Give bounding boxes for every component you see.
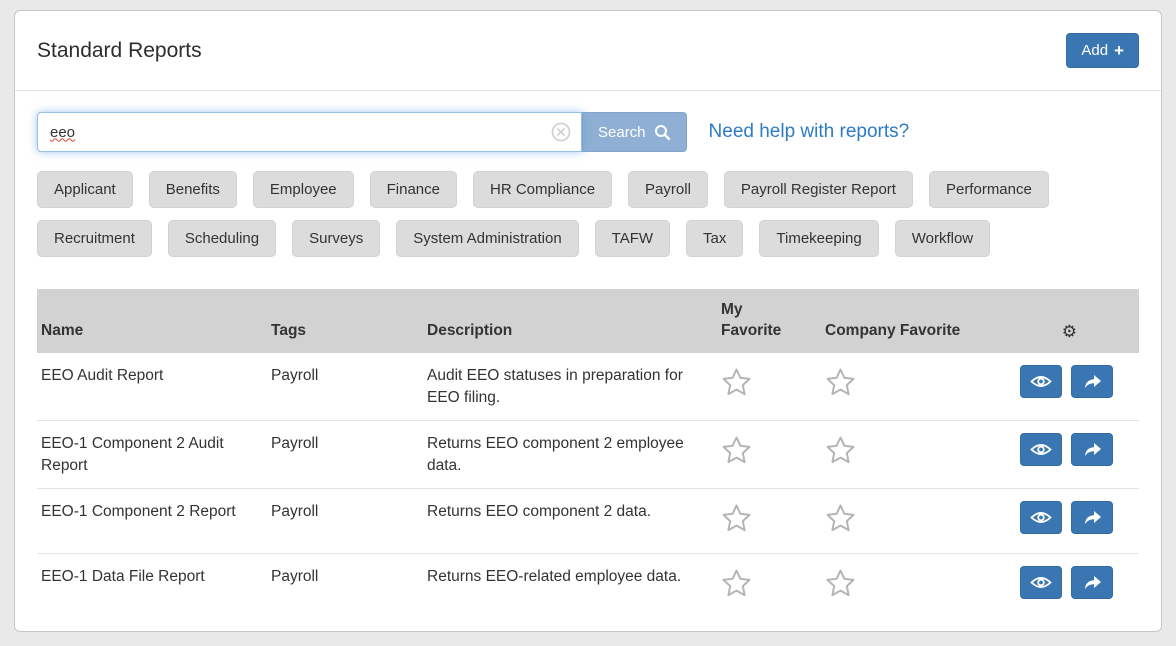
table-header-row: Name Tags Description My Favorite Compan… bbox=[37, 289, 1139, 353]
help-with-reports-link[interactable]: Need help with reports? bbox=[709, 121, 910, 143]
tag-filter-button[interactable]: Timekeeping bbox=[759, 220, 878, 257]
my-favorite-star-icon[interactable] bbox=[721, 367, 752, 402]
search-row: eeo Search Need help with reports bbox=[37, 112, 1139, 152]
column-header-description: Description bbox=[423, 321, 717, 342]
standard-reports-panel: Standard Reports Add + eeo Search bbox=[14, 10, 1162, 632]
cell-report-description: Audit EEO statuses in preparation for EE… bbox=[423, 365, 717, 410]
eye-view-icon bbox=[1030, 442, 1052, 457]
cell-report-name[interactable]: EEO-1 Data File Report bbox=[37, 566, 267, 588]
share-run-arrow-icon bbox=[1083, 509, 1102, 526]
run-report-button[interactable] bbox=[1071, 501, 1113, 534]
tag-filter-button[interactable]: Payroll Register Report bbox=[724, 171, 913, 208]
my-favorite-star-icon[interactable] bbox=[721, 568, 752, 603]
search-input[interactable]: eeo bbox=[37, 112, 582, 152]
cell-report-tags: Payroll bbox=[267, 365, 423, 387]
company-favorite-star-icon[interactable] bbox=[825, 367, 856, 402]
my-favorite-star-icon[interactable] bbox=[721, 503, 752, 538]
plus-icon: + bbox=[1114, 42, 1124, 59]
eye-view-icon bbox=[1030, 575, 1052, 590]
tag-filter-button[interactable]: Applicant bbox=[37, 171, 133, 208]
cell-report-tags: Payroll bbox=[267, 433, 423, 455]
search-input-value: eeo bbox=[50, 124, 75, 141]
column-header-tags: Tags bbox=[267, 321, 423, 342]
cell-company-favorite bbox=[821, 433, 989, 470]
cell-company-favorite bbox=[821, 501, 989, 538]
table-row: EEO-1 Component 2 Report Payroll Returns… bbox=[37, 489, 1139, 554]
tag-filter-row-1: Applicant Benefits Employee Finance HR Compl… bbox=[37, 171, 1139, 208]
tag-filter-row-2: Recruitment Scheduling Surveys System Admin… bbox=[37, 220, 1139, 257]
company-favorite-star-icon[interactable] bbox=[825, 503, 856, 538]
company-favorite-star-icon[interactable] bbox=[825, 568, 856, 603]
share-run-arrow-icon bbox=[1083, 373, 1102, 390]
search-button-label: Search bbox=[598, 124, 646, 141]
run-report-button[interactable] bbox=[1071, 365, 1113, 398]
tag-filter-button[interactable]: Benefits bbox=[149, 171, 237, 208]
share-run-arrow-icon bbox=[1083, 441, 1102, 458]
cell-my-favorite bbox=[717, 501, 821, 538]
cell-my-favorite bbox=[717, 566, 821, 603]
tag-filter-button[interactable]: Employee bbox=[253, 171, 354, 208]
clear-search-icon[interactable] bbox=[551, 122, 571, 142]
panel-header: Standard Reports Add + bbox=[15, 11, 1161, 91]
column-settings-gear-icon[interactable]: ⚙ bbox=[989, 322, 1139, 342]
tag-filter-button[interactable]: Surveys bbox=[292, 220, 380, 257]
table-row: EEO-1 Data File Report Payroll Returns E… bbox=[37, 554, 1139, 619]
panel-body: eeo Search Need help with reports bbox=[15, 91, 1161, 619]
table-row: EEO Audit Report Payroll Audit EEO statu… bbox=[37, 353, 1139, 421]
column-header-name: Name bbox=[37, 321, 267, 342]
company-favorite-star-icon[interactable] bbox=[825, 435, 856, 470]
tag-filter-button[interactable]: Recruitment bbox=[37, 220, 152, 257]
cell-report-description: Returns EEO-related employee data. bbox=[423, 566, 717, 588]
eye-view-icon bbox=[1030, 374, 1052, 389]
column-header-my-favorite: My Favorite bbox=[717, 300, 821, 342]
my-favorite-star-icon[interactable] bbox=[721, 435, 752, 470]
cell-report-tags: Payroll bbox=[267, 501, 423, 523]
cell-report-name[interactable]: EEO-1 Component 2 Audit Report bbox=[37, 433, 267, 478]
search-magnifier-icon bbox=[654, 124, 671, 141]
cell-report-description: Returns EEO component 2 employee data. bbox=[423, 433, 717, 478]
cell-my-favorite bbox=[717, 365, 821, 402]
share-run-arrow-icon bbox=[1083, 574, 1102, 591]
eye-view-icon bbox=[1030, 510, 1052, 525]
add-button[interactable]: Add + bbox=[1066, 33, 1139, 68]
view-report-button[interactable] bbox=[1020, 501, 1062, 534]
page-title: Standard Reports bbox=[37, 39, 202, 63]
tag-filter-button[interactable]: System Administration bbox=[396, 220, 578, 257]
cell-report-name[interactable]: EEO Audit Report bbox=[37, 365, 267, 387]
run-report-button[interactable] bbox=[1071, 433, 1113, 466]
cell-actions bbox=[989, 433, 1139, 466]
tag-filter-button[interactable]: Performance bbox=[929, 171, 1049, 208]
run-report-button[interactable] bbox=[1071, 566, 1113, 599]
tag-filter-button[interactable]: Tax bbox=[686, 220, 743, 257]
tag-filter-button[interactable]: Payroll bbox=[628, 171, 708, 208]
view-report-button[interactable] bbox=[1020, 433, 1062, 466]
cell-report-description: Returns EEO component 2 data. bbox=[423, 501, 717, 523]
tag-filter-button[interactable]: Workflow bbox=[895, 220, 990, 257]
tag-filter-button[interactable]: Scheduling bbox=[168, 220, 276, 257]
cell-my-favorite bbox=[717, 433, 821, 470]
cell-report-tags: Payroll bbox=[267, 566, 423, 588]
cell-report-name[interactable]: EEO-1 Component 2 Report bbox=[37, 501, 267, 523]
column-header-company-favorite: Company Favorite bbox=[821, 321, 989, 342]
cell-company-favorite bbox=[821, 365, 989, 402]
cell-company-favorite bbox=[821, 566, 989, 603]
table-row: EEO-1 Component 2 Audit Report Payroll R… bbox=[37, 421, 1139, 489]
reports-table: Name Tags Description My Favorite Compan… bbox=[37, 289, 1139, 619]
add-button-label: Add bbox=[1081, 42, 1108, 59]
table-body: EEO Audit Report Payroll Audit EEO statu… bbox=[37, 353, 1139, 619]
view-report-button[interactable] bbox=[1020, 566, 1062, 599]
view-report-button[interactable] bbox=[1020, 365, 1062, 398]
tag-filter-button[interactable]: TAFW bbox=[595, 220, 670, 257]
tag-filter-button[interactable]: Finance bbox=[370, 171, 457, 208]
cell-actions bbox=[989, 566, 1139, 599]
tag-filter-button[interactable]: HR Compliance bbox=[473, 171, 612, 208]
cell-actions bbox=[989, 365, 1139, 398]
cell-actions bbox=[989, 501, 1139, 534]
search-button[interactable]: Search bbox=[582, 112, 687, 152]
